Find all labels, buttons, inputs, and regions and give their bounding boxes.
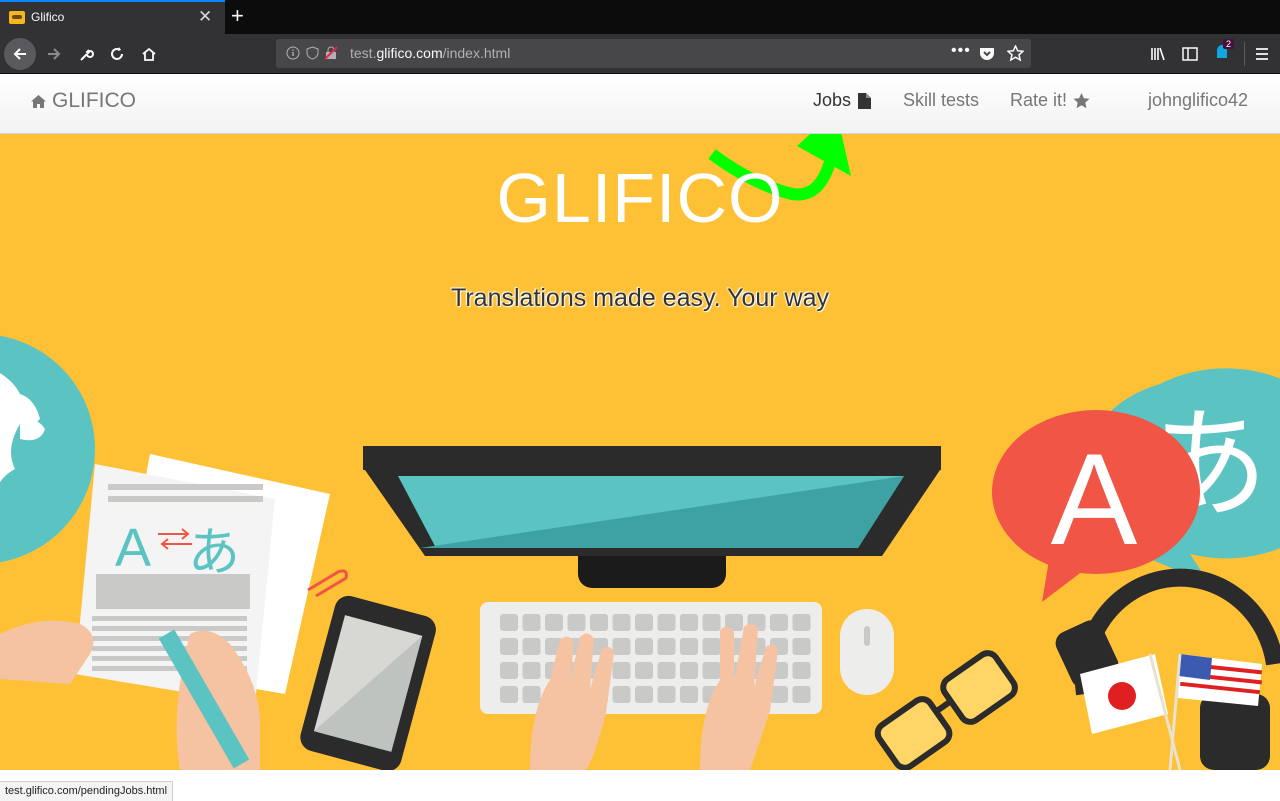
keyboard-key xyxy=(522,686,541,703)
back-button[interactable] xyxy=(4,38,36,70)
brand-link[interactable]: GLIFICO xyxy=(30,89,136,113)
keyboard-key xyxy=(635,638,653,655)
keyboard-key xyxy=(680,686,698,703)
nav-skill-tests-link[interactable]: Skill tests xyxy=(903,90,979,111)
keyboard-key xyxy=(702,638,721,655)
nav-user-link[interactable]: johnglifico42 xyxy=(1148,90,1248,111)
keyboard-key xyxy=(500,614,518,631)
nav-jobs-link[interactable]: Jobs xyxy=(813,90,872,111)
monitor-illustration xyxy=(363,446,941,588)
keyboard-key xyxy=(792,662,811,679)
keyboard-key xyxy=(590,614,608,631)
keyboard-key xyxy=(657,662,676,679)
sidebar-icon xyxy=(1182,47,1198,61)
keyboard-key xyxy=(702,614,721,631)
insecure-lock-icon xyxy=(324,46,338,60)
back-arrow-icon xyxy=(13,48,26,60)
hero-subtitle: Translations made easy. Your way xyxy=(451,284,829,312)
mouse-illustration xyxy=(840,609,894,695)
home-icon xyxy=(142,47,156,61)
close-tab-icon[interactable]: ✕ xyxy=(198,7,212,27)
url-text[interactable]: test.glifico.com/index.html xyxy=(350,45,510,61)
smartphone-illustration xyxy=(300,595,436,770)
site-navbar: GLIFICO Jobs Skill tests Rate it! johngl… xyxy=(0,74,1280,134)
page-actions-icon[interactable]: ••• xyxy=(951,42,971,60)
keyboard-key xyxy=(792,614,811,631)
keyboard-key xyxy=(522,614,541,631)
notification-badge: 2 xyxy=(1223,39,1235,49)
speech-bubbles-illustration: あ A xyxy=(992,368,1280,602)
keyboard-key xyxy=(612,686,631,703)
keyboard-key xyxy=(635,614,653,631)
tab-title: Glifico xyxy=(31,10,65,24)
brand-name: GLIFICO xyxy=(52,89,137,112)
site-favicon-icon xyxy=(9,11,25,24)
reload-button[interactable] xyxy=(105,40,129,68)
address-bar[interactable]: test.glifico.com/index.html ••• xyxy=(276,39,1031,68)
keyboard-key xyxy=(702,662,721,679)
hero-title: GLIFICO xyxy=(496,159,784,237)
paper-letter-kana: あ xyxy=(188,523,240,583)
document-icon xyxy=(858,92,872,109)
forward-arrow-icon xyxy=(48,48,61,60)
tools-wrench-button[interactable] xyxy=(74,40,98,68)
toolbar-divider xyxy=(1244,42,1245,66)
nav-rate-it-link[interactable]: Rate it! xyxy=(1010,90,1090,111)
keyboard-key xyxy=(567,614,586,631)
keyboard-key xyxy=(500,686,518,703)
paperclip-illustration xyxy=(307,569,348,598)
keyboard-key xyxy=(792,638,811,655)
keyboard-key xyxy=(522,662,541,679)
hero-section: A あ あ A GLIFICO Translations made easy. … xyxy=(0,134,1280,770)
keyboard-key xyxy=(792,686,811,703)
browser-toolbar: test.glifico.com/index.html ••• 2 xyxy=(0,34,1280,74)
tracking-shield-icon xyxy=(306,46,319,60)
nav-username: johnglifico42 xyxy=(1148,90,1249,110)
wrench-icon xyxy=(80,49,94,61)
keyboard-key xyxy=(657,614,676,631)
keyboard-key xyxy=(545,614,563,631)
home-icon xyxy=(31,94,46,108)
nav-jobs-label: Jobs xyxy=(813,90,852,110)
browser-tab[interactable]: Glifico ✕ xyxy=(0,0,225,34)
nav-skill-tests-label: Skill tests xyxy=(903,90,980,110)
keyboard-key xyxy=(500,662,518,679)
library-icon xyxy=(1151,47,1165,61)
keyboard-key xyxy=(770,614,788,631)
bubble-letter-a: A xyxy=(1051,426,1138,572)
headphones-flags-illustration xyxy=(1055,568,1280,770)
forward-button[interactable] xyxy=(42,40,66,68)
extension-button[interactable]: 2 xyxy=(1214,39,1235,64)
browser-tab-bar: Glifico ✕ + xyxy=(0,0,1280,34)
keyboard-key xyxy=(612,614,631,631)
paper-letter-a: A xyxy=(115,518,151,578)
nav-rate-it-label: Rate it! xyxy=(1010,90,1068,110)
keyboard-key xyxy=(657,686,676,703)
keyboard-key xyxy=(612,662,631,679)
keyboard-key xyxy=(657,638,676,655)
keyboard-key xyxy=(522,638,541,655)
keyboard-key xyxy=(680,662,698,679)
star-icon xyxy=(1073,92,1090,108)
keyboard-key xyxy=(500,638,518,655)
reload-icon xyxy=(111,47,123,60)
keyboard-key xyxy=(680,614,698,631)
keyboard-key xyxy=(612,638,631,655)
link-status-bar: test.glifico.com/pendingJobs.html xyxy=(0,781,174,801)
site-info-icon xyxy=(286,46,300,60)
hamburger-menu-icon xyxy=(1256,48,1268,60)
new-tab-icon[interactable]: + xyxy=(231,3,244,29)
bookmark-star-icon xyxy=(1007,45,1024,62)
keyboard-key xyxy=(680,638,698,655)
glasses-illustration xyxy=(874,650,1018,770)
pocket-icon xyxy=(980,48,994,60)
home-button[interactable] xyxy=(137,40,161,68)
keyboard-key xyxy=(635,686,653,703)
globe-illustration xyxy=(0,335,95,563)
keyboard-key xyxy=(635,662,653,679)
